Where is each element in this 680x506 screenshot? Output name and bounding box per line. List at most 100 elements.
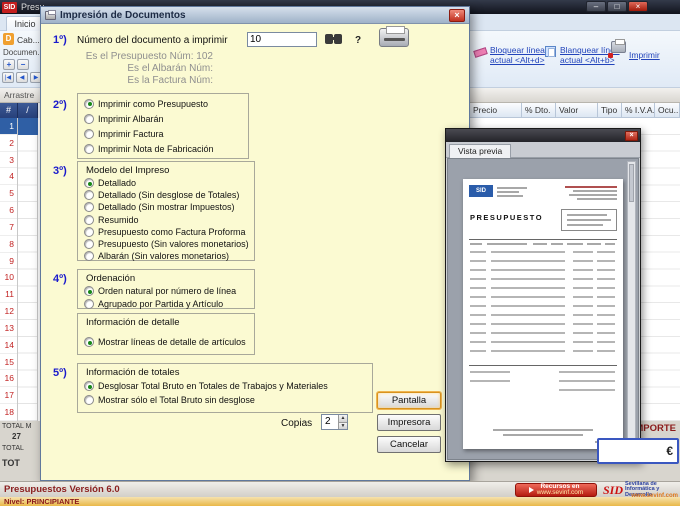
grid-cells-column[interactable] — [18, 118, 38, 421]
radio-option[interactable]: Mostrar líneas de detalle de artículos — [84, 336, 254, 348]
nav-button[interactable]: |◀ — [2, 72, 14, 83]
imprimir-link[interactable]: Imprimir — [629, 50, 660, 60]
ordering-group-label: Ordenación — [86, 273, 136, 284]
column-header-tipo[interactable]: Tipo — [598, 103, 622, 118]
row-number[interactable]: 4 — [0, 168, 17, 186]
column-header-hash[interactable]: # — [0, 103, 18, 118]
text-line — [587, 243, 601, 245]
total-label-1: TOTAL M — [2, 423, 32, 430]
copias-stepper[interactable]: 2 ▲ ▼ — [321, 414, 348, 430]
radio-option[interactable]: Resumido — [84, 214, 254, 226]
column-header-dto[interactable]: % Dto. — [522, 103, 556, 118]
small-button[interactable]: − — [17, 59, 29, 70]
detail-info-group: Información de detalle Mostrar líneas de… — [77, 313, 255, 355]
radio-option[interactable]: Orden natural por número de línea — [84, 285, 254, 298]
close-button[interactable]: × — [628, 1, 648, 12]
radio-option[interactable]: Detallado (Sin desglose de Totales) — [84, 189, 254, 201]
recursos-button[interactable]: Recursos en www.sevinf.com — [515, 483, 597, 497]
row-number[interactable]: 10 — [0, 269, 17, 287]
nav-button[interactable]: ◀ — [16, 72, 28, 83]
row-number[interactable]: 5 — [0, 185, 17, 203]
pantalla-button[interactable]: Pantalla — [377, 392, 441, 409]
radio-icon — [84, 226, 94, 237]
totals-text — [559, 371, 615, 393]
radio-icon — [84, 202, 94, 213]
radio-option[interactable]: Desglosar Total Bruto en Totales de Trab… — [84, 379, 372, 393]
ordering-group: Ordenación Orden natural por número de l… — [77, 269, 255, 309]
text-line — [497, 191, 519, 193]
table-rule — [469, 365, 617, 366]
presupuesto-num-line: Es el Presupuesto Núm: 102 — [85, 51, 213, 62]
column-header-ocu[interactable]: Ocu... — [655, 103, 680, 118]
total-value-1: 27 — [12, 432, 21, 441]
row-number[interactable]: 8 — [0, 236, 17, 253]
radio-option[interactable]: Imprimir Nota de Fabricación — [84, 141, 248, 156]
dialog-titlebar[interactable]: Impresión de Documentos × — [41, 7, 469, 24]
text-line — [497, 187, 527, 189]
sid-logo-text: SID — [603, 482, 624, 497]
blanquear-linea-link-2[interactable]: actual <Alt+b> — [560, 55, 615, 65]
radio-option[interactable]: Albarán (Sin valores monetarios) — [84, 250, 254, 262]
row-number[interactable]: 15 — [0, 354, 17, 371]
column-header-slash[interactable]: / — [18, 103, 38, 118]
row-number[interactable]: 2 — [0, 135, 17, 152]
impresora-button[interactable]: Impresora — [377, 414, 441, 431]
radio-icon — [84, 251, 94, 262]
column-header-valor[interactable]: Valor — [556, 103, 598, 118]
row-number[interactable]: 14 — [0, 337, 17, 354]
radio-option[interactable]: Presupuesto (Sin valores monetarios) — [84, 238, 254, 250]
radio-icon — [84, 395, 94, 405]
text-line — [470, 243, 482, 245]
print-as-group: Imprimir como Presupuesto Imprimir Albar… — [77, 93, 249, 159]
row-number[interactable]: 1 — [0, 118, 17, 135]
radio-option[interactable]: Agrupado por Partida y Artículo — [84, 298, 254, 311]
radio-option[interactable]: Imprimir como Presupuesto — [84, 96, 248, 111]
column-header-iva[interactable]: % I.V.A. — [622, 103, 655, 118]
radio-option[interactable]: Imprimir Albarán — [84, 111, 248, 126]
printer-icon — [611, 39, 626, 53]
preview-close-button[interactable]: × — [625, 130, 638, 141]
documento-label: Documen... — [3, 48, 44, 57]
maximize-button[interactable]: □ — [607, 1, 627, 12]
radio-icon — [84, 337, 94, 347]
help-button[interactable]: ? — [355, 35, 361, 46]
app-logo-icon: SID — [2, 1, 17, 13]
radio-option[interactable]: Imprimir Factura — [84, 126, 248, 141]
doc-number-input[interactable] — [247, 32, 317, 47]
row-number[interactable]: 7 — [0, 219, 17, 236]
text-line — [551, 243, 563, 245]
spin-down-icon[interactable]: ▼ — [338, 421, 347, 429]
version-label: Presupuestos Versión 6.0 — [4, 484, 120, 495]
column-header-precio[interactable]: Precio — [470, 103, 522, 118]
tab-inicio[interactable]: Inicio — [6, 16, 44, 31]
minimize-button[interactable]: – — [586, 1, 606, 12]
text-line — [497, 195, 523, 197]
dialog-close-button[interactable]: × — [449, 8, 465, 22]
row-number[interactable]: 3 — [0, 152, 17, 169]
radio-option[interactable]: Detallado — [84, 177, 254, 189]
tab-vista-previa[interactable]: Vista previa — [449, 144, 512, 158]
radio-option[interactable]: Mostrar sólo el Total Bruto sin desglose — [84, 393, 372, 407]
row-number[interactable]: 6 — [0, 202, 17, 219]
preview-titlebar[interactable]: × — [446, 129, 640, 142]
factura-num-line: Es la Factura Núm: — [127, 75, 213, 86]
cancelar-button[interactable]: Cancelar — [377, 436, 441, 453]
row-number[interactable]: 13 — [0, 320, 17, 337]
row-number[interactable]: 16 — [0, 370, 17, 388]
bloquear-linea-link-2[interactable]: actual <Alt+d> — [490, 55, 545, 65]
print-dialog: Impresión de Documentos × 1º) Número del… — [40, 6, 470, 481]
small-button[interactable]: + — [3, 59, 15, 70]
row-number[interactable]: 11 — [0, 286, 17, 304]
row-number[interactable]: 12 — [0, 303, 17, 320]
bloquear-linea-link[interactable]: Bloquear línea — [490, 45, 545, 55]
text-line — [567, 224, 603, 226]
row-number[interactable]: 9 — [0, 253, 17, 270]
radio-option[interactable]: Detallado (Sin mostrar Impuestos) — [84, 201, 254, 213]
row-number[interactable]: 17 — [0, 387, 17, 405]
scrollbar-thumb[interactable] — [629, 164, 634, 202]
radio-option[interactable]: Presupuesto como Factura Proforma — [84, 226, 254, 238]
preview-scrollbar[interactable] — [627, 161, 636, 457]
search-binoculars-icon[interactable] — [325, 34, 336, 44]
tab-cabecera[interactable]: Cab... — [17, 35, 40, 45]
row-number[interactable]: 18 — [0, 404, 17, 421]
